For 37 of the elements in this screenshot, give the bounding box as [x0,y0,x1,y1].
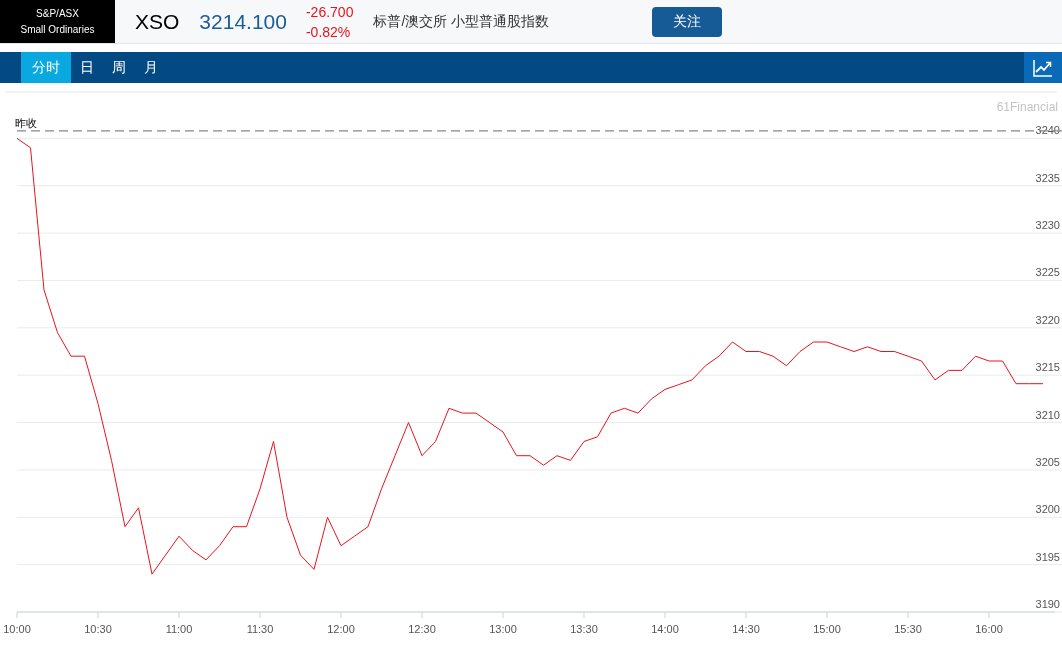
brand-text: 61Financial [996,100,1058,114]
period-tab[interactable]: 月 [135,52,167,83]
y-axis-label: 3190 [1035,598,1060,610]
x-axis-label: 16:00 [975,623,1003,635]
symbol-text: XSO [135,9,180,34]
index-name: 标普/澳交所 小型普通股指数 [373,12,550,31]
y-axis-label: 3235 [1035,171,1060,184]
y-axis-label: 3220 [1035,313,1060,326]
x-axis-label: 15:30 [894,623,922,635]
x-axis-label: 12:00 [327,623,355,635]
x-axis-label: 10:30 [84,623,112,635]
change-percent-text: -0.82% [305,22,352,42]
x-axis-label: 12:30 [408,623,436,635]
y-axis-label: 3225 [1035,266,1060,279]
y-axis-label: 3210 [1035,408,1060,421]
price-text: 3214.100 [199,9,287,34]
follow-button[interactable]: 关注 [652,6,723,37]
x-axis-label: 14:00 [651,623,679,635]
x-axis-label: 11:00 [165,623,193,635]
y-axis-label: 3215 [1035,361,1060,374]
period-tab[interactable]: 周 [103,52,135,83]
y-axis-label: 3195 [1035,550,1060,563]
line-chart-icon[interactable] [1024,52,1062,83]
x-axis-label: 11:30 [246,623,274,635]
x-axis-label: 10:00 [3,623,31,635]
y-axis-label: 3230 [1035,219,1060,232]
x-axis-label: 14:30 [732,623,760,635]
index-logo: S&P/ASX Small Ordinaries [0,0,115,43]
period-tab[interactable]: 日 [71,52,103,83]
x-axis-label: 13:30 [570,623,598,635]
y-axis-label: 3200 [1035,503,1060,516]
previous-close-label: 昨收 [15,116,37,129]
y-axis-label: 3240 [1035,124,1060,137]
y-axis-label: 3205 [1035,455,1060,468]
x-axis-label: 15:00 [813,623,841,635]
x-axis-label: 13:00 [489,623,517,635]
change-text: -26.700 [305,2,354,22]
